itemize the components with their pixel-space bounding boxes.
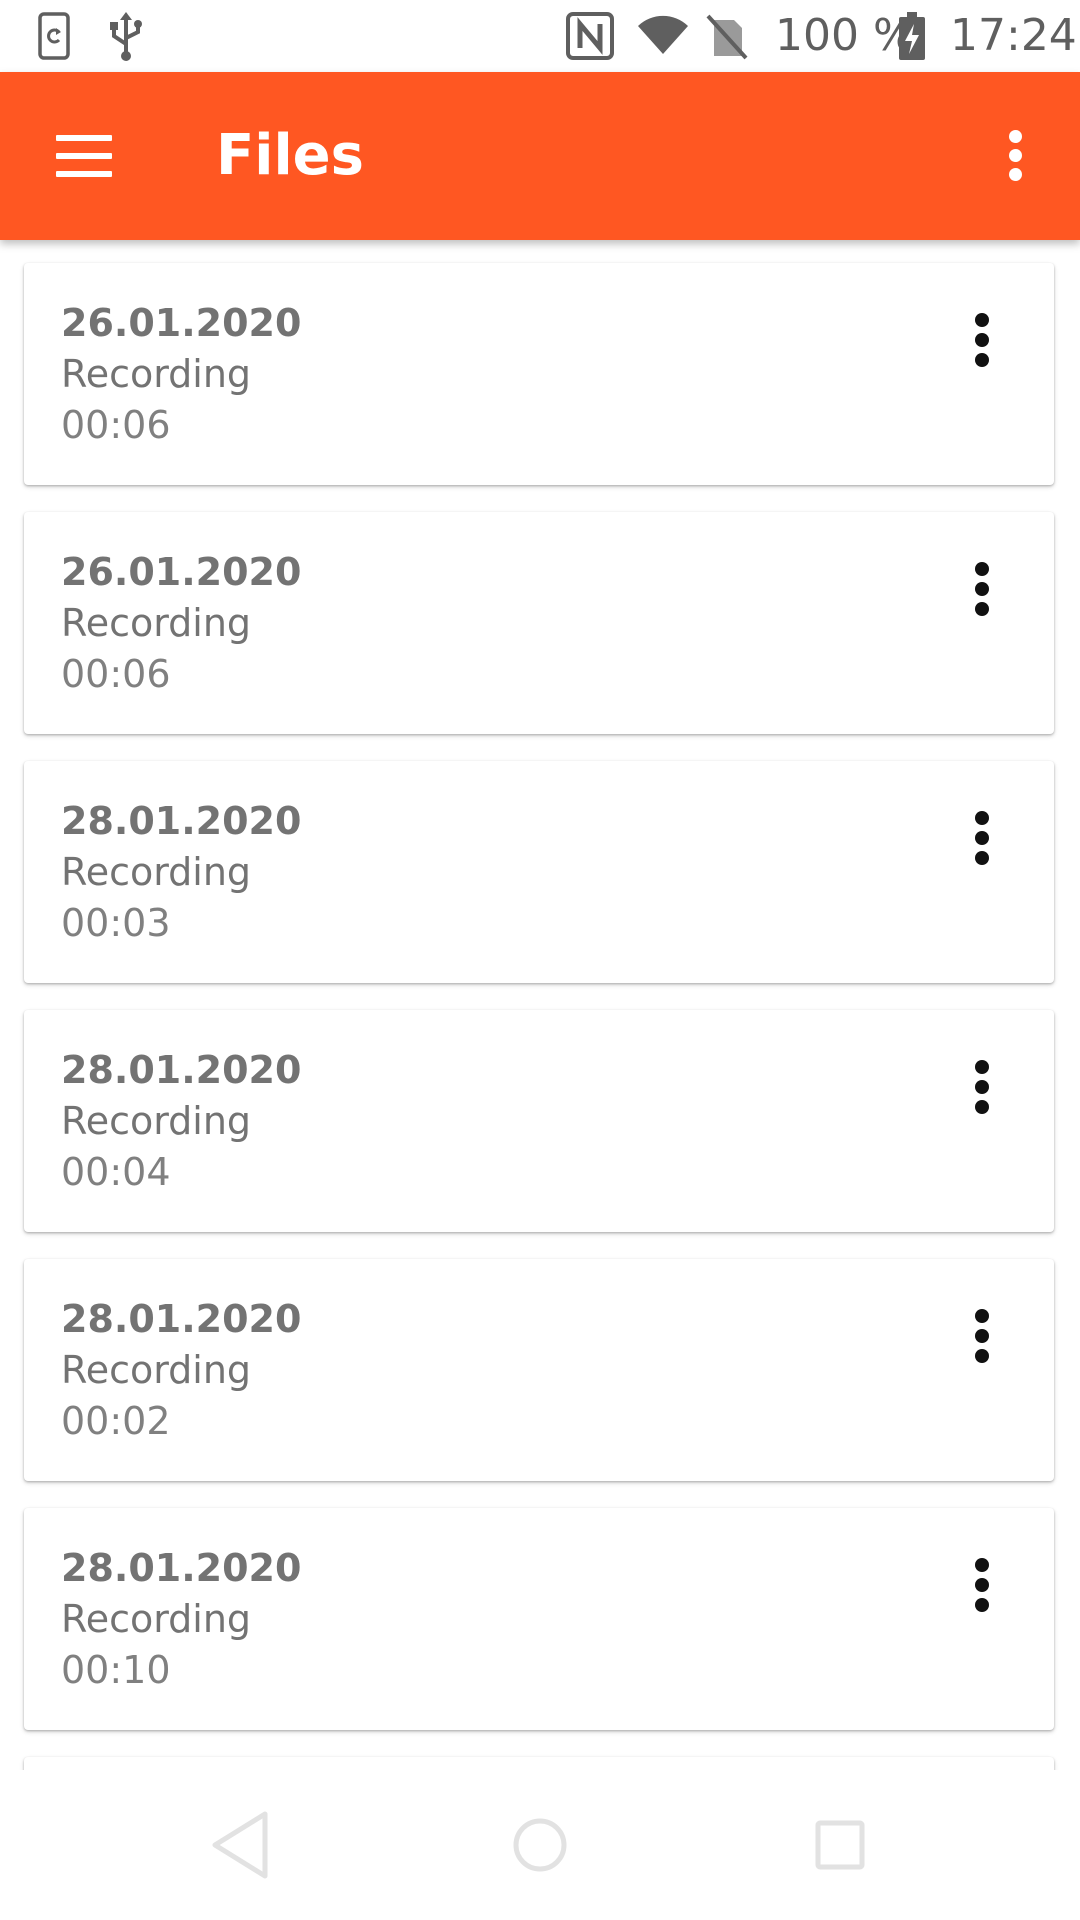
app-bar: Files bbox=[0, 72, 1080, 240]
recents-icon[interactable] bbox=[795, 1800, 885, 1890]
file-date: 28.01.2020 bbox=[61, 1297, 302, 1341]
file-options-button[interactable] bbox=[950, 552, 1014, 628]
file-list[interactable]: 26.01.2020 Recording 00:06 26.01.2020 Re… bbox=[0, 240, 1080, 1770]
hamburger-menu-button[interactable] bbox=[36, 108, 132, 204]
page-title: Files bbox=[216, 123, 364, 188]
status-bar: 100 % 17:24 bbox=[0, 0, 1080, 72]
file-duration: 00:06 bbox=[61, 403, 171, 447]
screen: 100 % 17:24 Files 26.01.2020 Recording 0… bbox=[0, 0, 1080, 1920]
file-name: Recording bbox=[61, 352, 252, 396]
file-duration: 00:02 bbox=[61, 1399, 171, 1443]
file-date: 28.01.2020 bbox=[61, 1546, 302, 1590]
file-duration: 00:06 bbox=[61, 652, 171, 696]
file-options-button[interactable] bbox=[950, 303, 1014, 379]
clock: 17:24 bbox=[950, 10, 1077, 61]
file-date: 28.01.2020 bbox=[61, 799, 302, 843]
file-card[interactable]: 28.01.2020 Recording 00:02 bbox=[24, 1259, 1054, 1481]
file-duration: 00:10 bbox=[61, 1648, 171, 1692]
no-sim-icon bbox=[706, 14, 748, 60]
file-options-button[interactable] bbox=[950, 1299, 1014, 1375]
navigation-bar bbox=[0, 1770, 1080, 1920]
file-card[interactable]: 26.01.2020 Recording 00:06 bbox=[24, 512, 1054, 734]
file-options-button[interactable] bbox=[950, 801, 1014, 877]
overflow-menu-button[interactable] bbox=[980, 120, 1052, 192]
home-icon[interactable] bbox=[495, 1800, 585, 1890]
usb-icon bbox=[110, 12, 142, 61]
screen-rotation-icon bbox=[38, 12, 70, 60]
file-name: Recording bbox=[61, 601, 252, 645]
file-name: Recording bbox=[61, 1348, 252, 1392]
file-options-button[interactable] bbox=[950, 1548, 1014, 1624]
file-options-button[interactable] bbox=[950, 1050, 1014, 1126]
file-card[interactable]: 28.01.2020 Recording 00:04 bbox=[24, 1010, 1054, 1232]
file-name: Recording bbox=[61, 1099, 252, 1143]
battery-percentage: 100 % bbox=[775, 10, 915, 61]
file-duration: 00:04 bbox=[61, 1150, 171, 1194]
nfc-icon bbox=[566, 12, 614, 60]
back-icon[interactable] bbox=[195, 1800, 285, 1890]
file-card[interactable]: 26.01.2020 Recording 00:06 bbox=[24, 263, 1054, 485]
file-name: Recording bbox=[61, 1597, 252, 1641]
file-date: 26.01.2020 bbox=[61, 301, 302, 345]
file-date: 26.01.2020 bbox=[61, 550, 302, 594]
file-card-partial[interactable] bbox=[24, 1757, 1054, 1770]
file-name: Recording bbox=[61, 850, 252, 894]
file-card[interactable]: 28.01.2020 Recording 00:10 bbox=[24, 1508, 1054, 1730]
battery-charging-icon bbox=[899, 12, 925, 60]
wifi-icon bbox=[638, 15, 688, 54]
file-date: 28.01.2020 bbox=[61, 1048, 302, 1092]
file-card[interactable]: 28.01.2020 Recording 00:03 bbox=[24, 761, 1054, 983]
file-duration: 00:03 bbox=[61, 901, 171, 945]
